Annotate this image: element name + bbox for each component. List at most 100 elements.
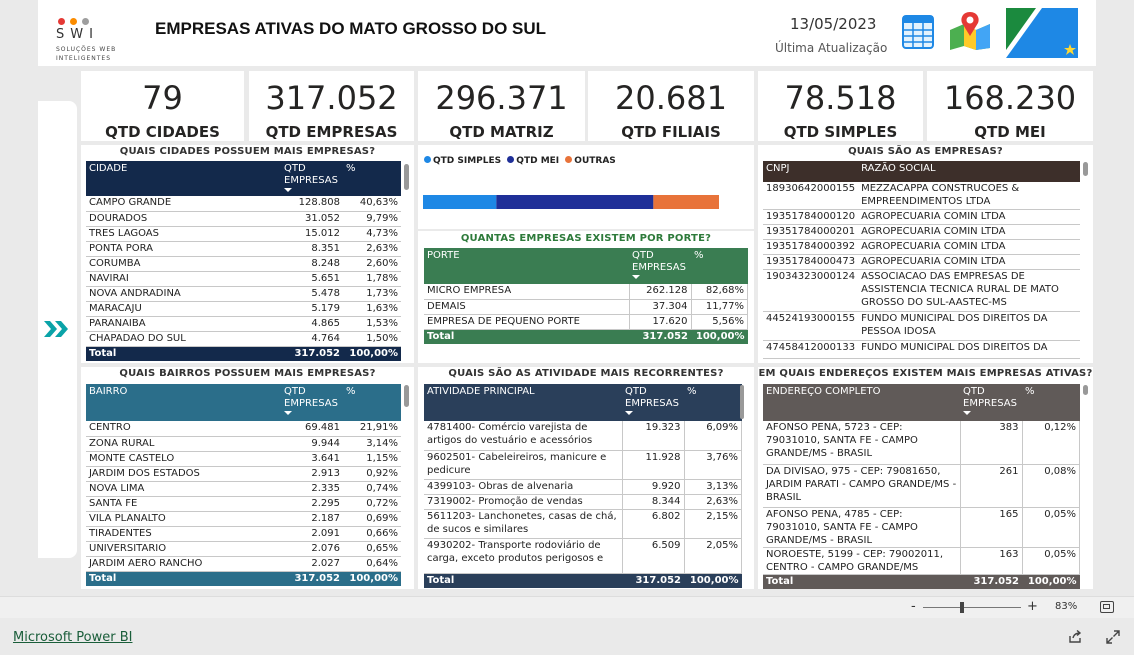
bairros-scrollbar[interactable] (404, 385, 409, 407)
table-row[interactable]: PONTA PORA 8.351 2,63% (86, 241, 401, 257)
col-qtd-empresas[interactable]: QTD EMPRESAS (960, 384, 1022, 421)
table-row[interactable]: NOVA ANDRADINA 5.478 1,73% (86, 286, 401, 302)
bar-segment-qtd-mei[interactable] (496, 195, 654, 209)
table-row[interactable]: 7319002- Promoção de vendas 8.344 2,63% (424, 494, 742, 510)
table-row[interactable]: MARACAJU 5.179 1,63% (86, 301, 401, 317)
table-row[interactable]: 4399103- Obras de alvenaria 9.920 3,13% (424, 479, 742, 495)
table-row[interactable]: NAVIRAI 5.651 1,78% (86, 271, 401, 287)
zoom-in-button[interactable]: + (1027, 599, 1038, 614)
table-row[interactable]: MONTE CASTELO 3.641 1,15% (86, 451, 401, 467)
col-atividade[interactable]: ATIVIDADE PRINCIPAL (424, 384, 622, 421)
col-cidade[interactable]: CIDADE (86, 161, 281, 196)
table-row[interactable]: MICRO EMPRESA 262.128 82,68% (424, 284, 748, 300)
table-row[interactable]: CAMPO GRANDE 128.808 40,63% (86, 196, 401, 212)
col-qtd-empresas[interactable]: QTD EMPRESAS (629, 248, 691, 284)
table-cell: NOVA ANDRADINA (86, 286, 281, 302)
total-row: Total 317.052 100,00% (86, 346, 401, 361)
table-cell: ASSOCIACAO DAS EMPRESAS DE ASSISTENCIA T… (858, 269, 1080, 312)
total-cell: 317.052 (294, 347, 340, 359)
table-row[interactable]: DA DIVISAO, 975 - CEP: 79081650, JARDIM … (763, 464, 1080, 508)
table-row[interactable]: 9602501- Cabeleireiros, manicure e pedic… (424, 450, 742, 480)
col-qtd-empresas[interactable]: QTD EMPRESAS (281, 161, 343, 196)
table-row[interactable]: 18930642000155 MEZZACAPPA CONSTRUCOES & E… (763, 182, 1080, 210)
table-row[interactable]: VILA PLANALTO 2.187 0,69% (86, 511, 401, 527)
total-cell: 100,00% (1027, 575, 1077, 587)
table-cell: 19351784000473 (763, 254, 859, 270)
table-row[interactable]: JARDIM DOS ESTADOS 2.913 0,92% (86, 466, 401, 482)
table-cell: 0,05% (1022, 547, 1080, 575)
table-row[interactable]: NOVA LIMA 2.335 0,74% (86, 481, 401, 497)
col-qtd-empresas[interactable]: QTD EMPRESAS (622, 384, 684, 421)
legend-outras[interactable]: OUTRAS (565, 156, 616, 166)
table-row[interactable]: CORUMBA 8.248 2,60% (86, 256, 401, 272)
col-razao-social[interactable]: RAZÃO SOCIAL (858, 161, 1080, 182)
bar-segment-outras[interactable] (653, 195, 719, 209)
table-row[interactable]: 44524193000155 FUNDO MUNICIPAL DOS DIREIT… (763, 311, 1080, 341)
col-pct[interactable]: % (684, 384, 742, 421)
legend-mei[interactable]: QTD MEI (507, 156, 559, 166)
col-cnpj[interactable]: CNPJ (763, 161, 858, 182)
table-row[interactable]: PARANAIBA 4.865 1,53% (86, 316, 401, 332)
table-row[interactable]: 47458412000133 FUNDO MUNICIPAL DOS DIREIT… (763, 340, 1080, 359)
enderecos-scrollbar[interactable] (1083, 385, 1088, 395)
col-bairro[interactable]: BAIRRO (86, 384, 281, 421)
table-row[interactable]: 19351784000392 AGROPECUARIA COMIN LTDA (763, 239, 1080, 255)
table-row[interactable]: JARDIM AERO RANCHO 2.027 0,64% (86, 556, 401, 572)
table-row[interactable]: CENTRO 69.481 21,91% (86, 421, 401, 437)
empresas-scrollbar[interactable] (1083, 162, 1088, 176)
table-cell: 0,05% (1022, 507, 1080, 548)
table-row[interactable]: 4781400- Comércio varejista de artigos d… (424, 421, 742, 451)
table-row[interactable]: DOURADOS 31.052 9,79% (86, 211, 401, 227)
powerbi-link[interactable]: Microsoft Power BI (13, 630, 132, 645)
table-row[interactable]: SANTA FE 2.295 0,72% (86, 496, 401, 512)
table-row[interactable]: ZONA RURAL 9.944 3,14% (86, 436, 401, 452)
zoom-out-button[interactable]: - (911, 599, 916, 614)
fullscreen-icon[interactable] (1106, 629, 1120, 644)
table-cell: 4781400- Comércio varejista de artigos d… (424, 421, 623, 451)
col-qtd-empresas[interactable]: QTD EMPRESAS (281, 384, 343, 421)
col-pct[interactable]: % (691, 248, 748, 284)
col-qtd-label: QTD EMPRESAS (284, 163, 338, 186)
table-row[interactable]: TIRADENTES 2.091 0,66% (86, 526, 401, 542)
table-row[interactable]: UNIVERSITARIO 2.076 0,65% (86, 541, 401, 557)
table-row[interactable]: 5611203- Lanchonetes, casas de chá, de s… (424, 509, 742, 539)
map-pin-icon[interactable] (948, 10, 992, 50)
table-cell: 2,63% (343, 241, 401, 257)
total-row: Total 317.052 100,00% (86, 571, 401, 586)
table-row[interactable]: 19351784000473 AGROPECUARIA COMIN LTDA (763, 254, 1080, 270)
table-row[interactable]: NOROESTE, 5199 - CEP: 79002011, CENTRO -… (763, 547, 1080, 575)
table-icon[interactable] (902, 15, 934, 49)
zoom-slider[interactable] (923, 602, 1021, 613)
zoom-slider-thumb[interactable] (960, 602, 964, 613)
table-row[interactable]: 19351784000201 AGROPECUARIA COMIN LTDA (763, 224, 1080, 240)
table-cell: VILA PLANALTO (86, 511, 281, 527)
col-endereco[interactable]: ENDEREÇO COMPLETO (763, 384, 960, 421)
table-cell: 6.509 (622, 538, 685, 574)
table-row[interactable]: 19034323000124 ASSOCIACAO DAS EMPRESAS DE… (763, 269, 1080, 312)
filter-pane-toggle[interactable] (38, 101, 77, 558)
col-pct[interactable]: % (343, 161, 401, 196)
table-row[interactable]: AFONSO PENA, 5723 - CEP: 79031010, SANTA… (763, 421, 1080, 465)
table-cell: 40,63% (343, 196, 401, 212)
atividades-scrollbar[interactable] (740, 385, 744, 419)
share-icon[interactable] (1068, 629, 1082, 643)
legend-simples[interactable]: QTD SIMPLES (424, 156, 501, 166)
fit-to-page-icon[interactable] (1100, 601, 1114, 613)
table-row[interactable]: TRES LAGOAS 15.012 4,73% (86, 226, 401, 242)
table-row[interactable]: EMPRESA DE PEQUENO PORTE 17.620 5,56% (424, 314, 748, 330)
table-row[interactable]: 4930202- Transporte rodoviário de carga,… (424, 538, 742, 574)
double-chevron-right-icon[interactable] (44, 321, 70, 337)
page-title: EMPRESAS ATIVAS DO MATO GROSSO DO SUL (155, 19, 547, 38)
cities-scrollbar[interactable] (404, 164, 409, 190)
table-row[interactable]: DEMAIS 37.304 11,77% (424, 299, 748, 315)
col-pct[interactable]: % (343, 384, 401, 421)
enderecos-title: EM QUAIS ENDEREÇOS EXISTEM MAIS EMPRESAS… (758, 368, 1093, 379)
col-pct[interactable]: % (1022, 384, 1080, 421)
table-cell: 2.295 (281, 496, 343, 512)
bar-segment-qtd-simples[interactable] (423, 195, 497, 209)
table-row[interactable]: AFONSO PENA, 4785 - CEP: 79031010, SANTA… (763, 507, 1080, 548)
col-porte[interactable]: PORTE (424, 248, 629, 284)
table-row[interactable]: 19351784000120 AGROPECUARIA COMIN LTDA (763, 209, 1080, 225)
table-row[interactable]: CHAPADAO DO SUL 4.764 1,50% (86, 331, 401, 347)
table-cell: DEMAIS (424, 299, 630, 315)
